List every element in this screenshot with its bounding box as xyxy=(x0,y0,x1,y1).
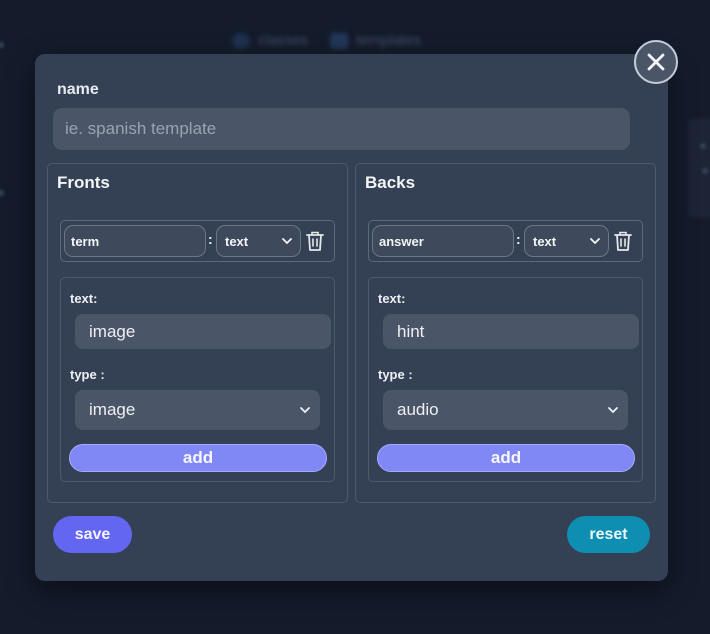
trash-icon[interactable] xyxy=(613,230,633,252)
backs-field-name-input[interactable] xyxy=(372,225,514,257)
chevron-down-icon xyxy=(590,238,600,245)
classes-icon xyxy=(232,32,250,49)
template-modal: name Fronts : text text: type : xyxy=(35,54,668,581)
backs-type-label: type : xyxy=(378,367,413,382)
fronts-type-select[interactable]: image xyxy=(75,390,320,430)
chevron-down-icon xyxy=(608,407,618,414)
background-nav-classes: classes xyxy=(232,32,308,49)
background-dot xyxy=(0,42,4,48)
fronts-add-button[interactable]: add xyxy=(69,444,327,472)
chevron-down-icon xyxy=(300,407,310,414)
background-dot xyxy=(0,190,4,196)
background-nav: classes templates xyxy=(232,32,421,49)
fronts-title: Fronts xyxy=(57,173,110,192)
fronts-field-row: : text xyxy=(60,220,335,262)
fronts-text-label: text: xyxy=(70,291,98,306)
reset-button[interactable]: reset xyxy=(567,516,650,553)
backs-field-type-select[interactable]: text xyxy=(524,225,609,257)
backs-type-value: audio xyxy=(397,400,439,419)
background-nav-templates: templates xyxy=(330,32,421,49)
chevron-down-icon xyxy=(282,238,292,245)
trash-icon[interactable] xyxy=(305,230,325,252)
fronts-type-value: image xyxy=(89,400,136,419)
backs-field-row: : text xyxy=(368,220,643,262)
fronts-type-label: type : xyxy=(70,367,105,382)
backs-text-input[interactable] xyxy=(383,314,639,349)
fronts-panel: Fronts : text text: type : image xyxy=(47,163,348,503)
fronts-field-type-value: text xyxy=(225,233,249,249)
backs-add-button[interactable]: add xyxy=(377,444,635,472)
close-button[interactable] xyxy=(634,40,678,84)
background-nav-templates-label: templates xyxy=(356,32,422,49)
save-button[interactable]: save xyxy=(53,516,132,553)
backs-type-select[interactable]: audio xyxy=(383,390,628,430)
backs-panel: Backs : text text: type : audio xyxy=(355,163,656,503)
background-dot xyxy=(700,143,706,149)
template-name-input[interactable] xyxy=(53,108,630,150)
backs-field-type-value: text xyxy=(533,233,557,249)
fronts-text-input[interactable] xyxy=(75,314,331,349)
field-separator: : xyxy=(208,231,213,247)
background-dot xyxy=(702,168,708,174)
backs-subfield-form: text: type : audio add xyxy=(368,277,643,482)
templates-icon xyxy=(330,32,349,49)
name-label: name xyxy=(57,81,99,98)
fronts-subfield-form: text: type : image add xyxy=(60,277,335,482)
fronts-field-name-input[interactable] xyxy=(64,225,206,257)
background-nav-classes-label: classes xyxy=(258,32,309,49)
close-icon xyxy=(647,53,665,71)
fronts-field-type-select[interactable]: text xyxy=(216,225,301,257)
backs-text-label: text: xyxy=(378,291,406,306)
field-separator: : xyxy=(516,231,521,247)
backs-title: Backs xyxy=(365,173,416,192)
